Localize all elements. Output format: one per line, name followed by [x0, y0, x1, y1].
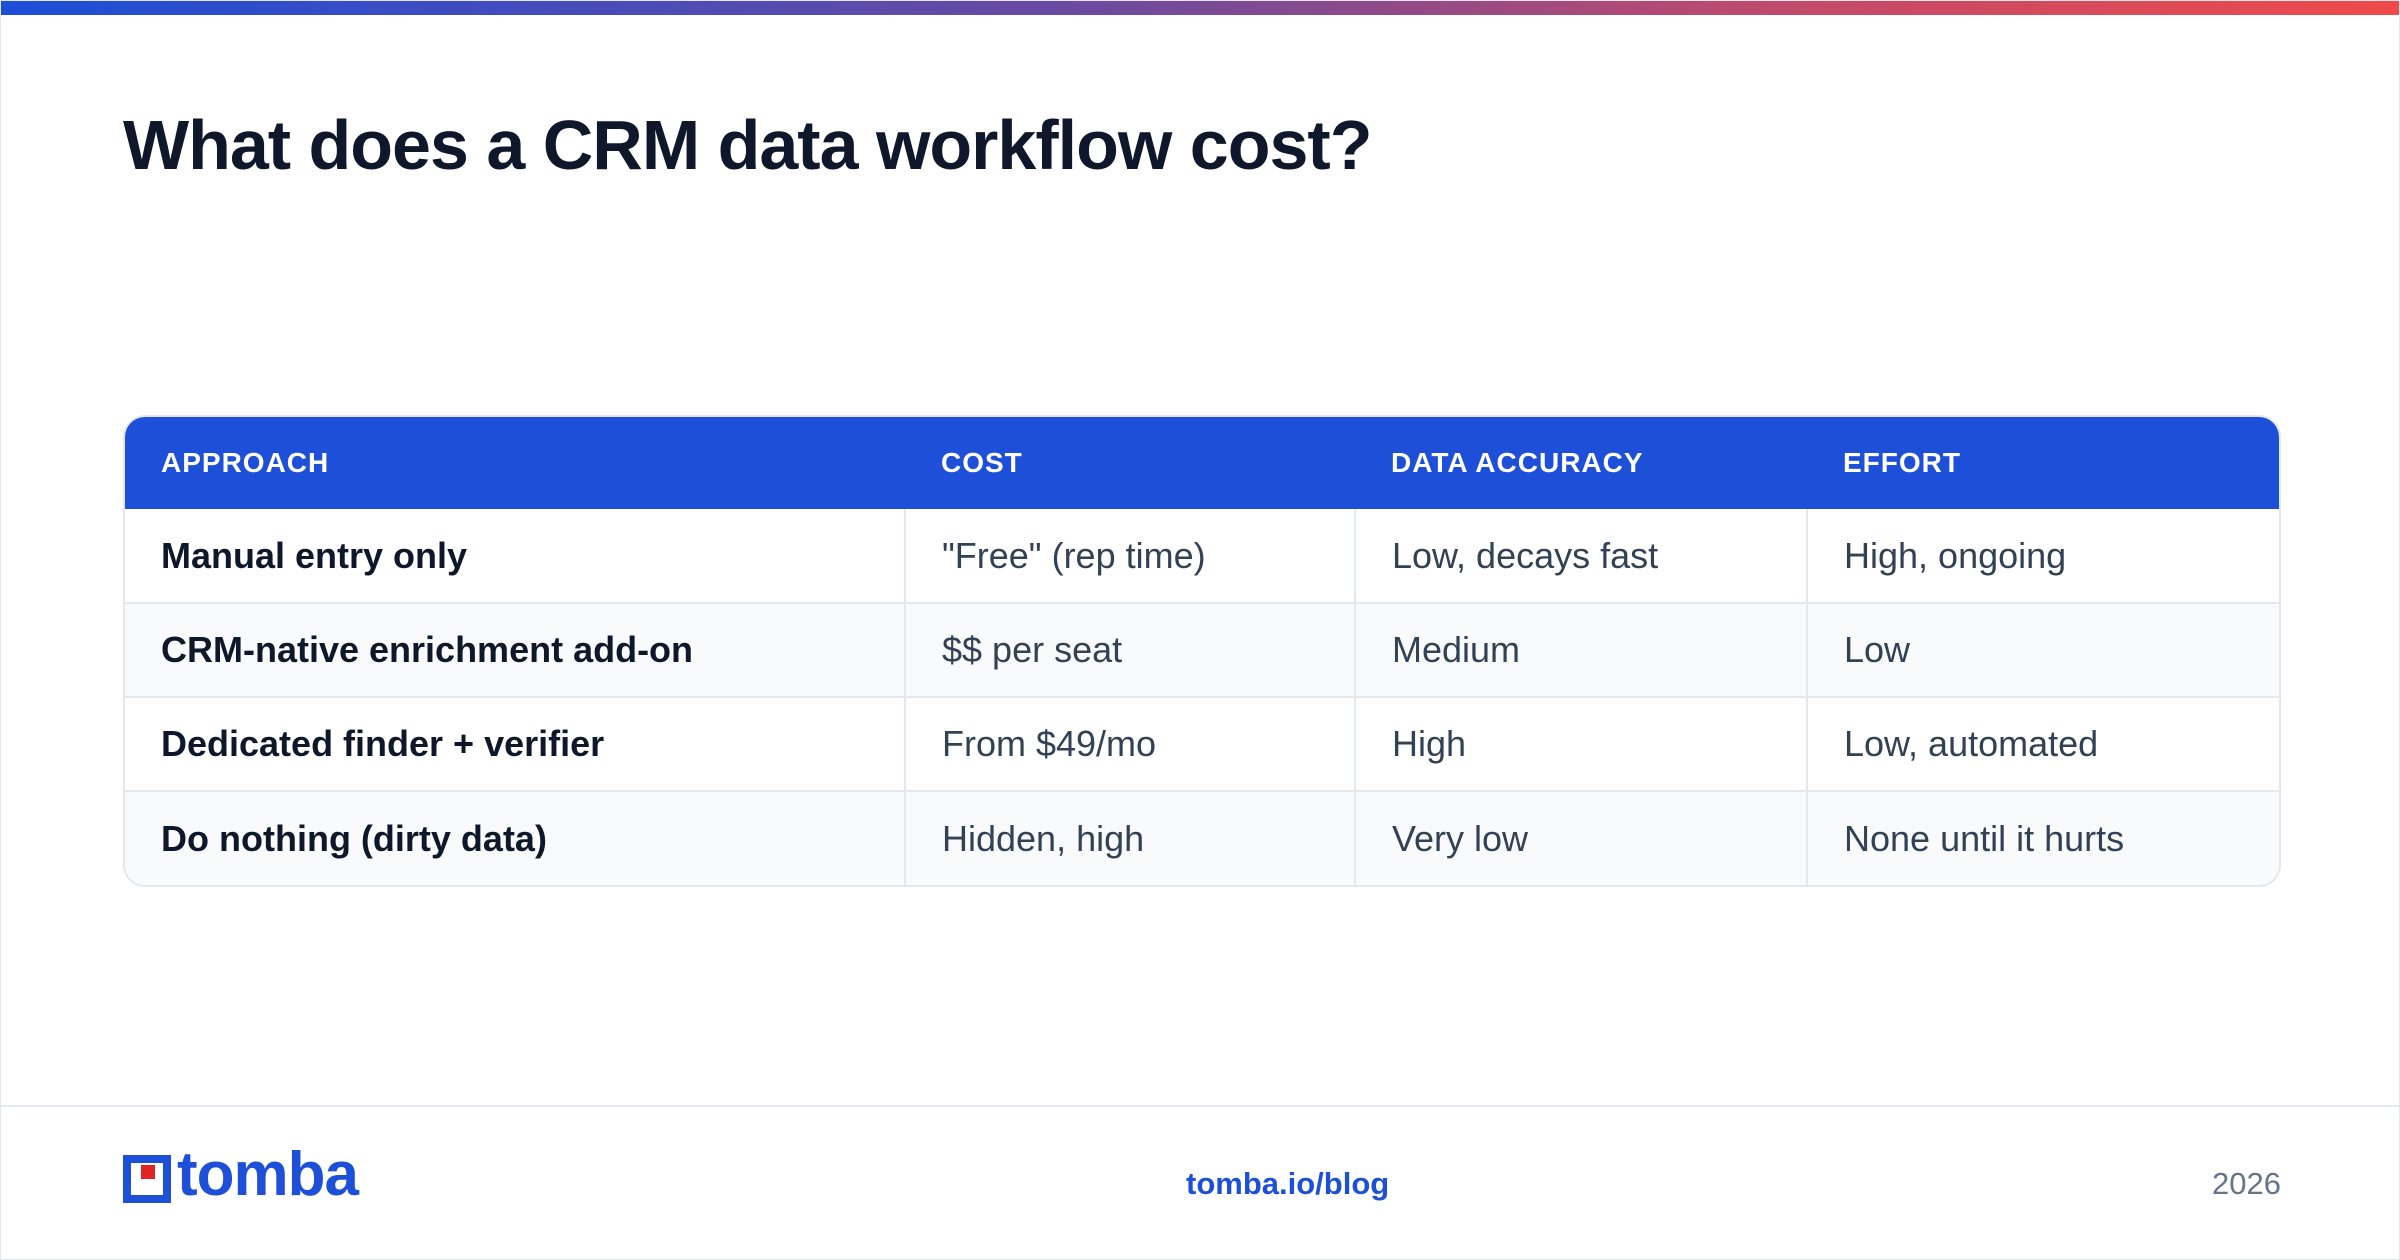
cell-data-accuracy: Low, decays fast — [1354, 509, 1807, 603]
logo-wordmark: tomba — [177, 1140, 359, 1209]
table-row: Dedicated finder + verifier From $49/mo … — [125, 696, 2279, 791]
cell-effort: None until it hurts — [1806, 790, 2279, 885]
cell-effort: Low, automated — [1806, 696, 2279, 791]
tomba-logo-icon — [123, 1155, 171, 1203]
header-effort: EFFORT — [1843, 447, 1961, 478]
table-row: Manual entry only "Free" (rep time) Low,… — [125, 509, 2279, 603]
table-row: CRM-native enrichment add-on $$ per seat… — [125, 602, 2279, 697]
comparison-table-container: APPROACH COST DATA ACCURACY EFFORT Manua… — [123, 415, 2281, 887]
cell-approach: Dedicated finder + verifier — [125, 696, 905, 791]
cell-data-accuracy: Medium — [1354, 602, 1807, 697]
header-approach: APPROACH — [161, 447, 330, 478]
gradient-top-bar — [1, 1, 2399, 15]
table-row: Do nothing (dirty data) Hidden, high Ver… — [125, 790, 2279, 885]
header-cost: COST — [941, 447, 1023, 478]
cell-data-accuracy: High — [1354, 696, 1807, 791]
tomba-logo: tomba — [123, 1144, 359, 1207]
footer-divider — [1, 1105, 2399, 1107]
page-title: What does a CRM data workflow cost? — [123, 106, 1372, 184]
cell-data-accuracy: Very low — [1354, 790, 1807, 885]
cell-cost: From $49/mo — [904, 696, 1355, 791]
comparison-table: APPROACH COST DATA ACCURACY EFFORT Manua… — [125, 417, 2279, 885]
header-data-accuracy: DATA ACCURACY — [1391, 447, 1644, 478]
cell-effort: High, ongoing — [1806, 509, 2279, 603]
blog-link[interactable]: tomba.io/blog — [1186, 1166, 1389, 1202]
cell-approach: CRM-native enrichment add-on — [125, 602, 905, 697]
footer-year: 2026 — [2212, 1166, 2281, 1201]
cell-effort: Low — [1806, 602, 2279, 697]
cell-approach: Manual entry only — [161, 534, 468, 576]
slide: What does a CRM data workflow cost? APPR… — [0, 0, 2400, 1260]
cell-cost: "Free" (rep time) — [904, 509, 1355, 603]
cell-approach: Do nothing (dirty data) — [125, 790, 905, 885]
cell-cost: $$ per seat — [904, 602, 1355, 697]
cell-cost: Hidden, high — [904, 790, 1355, 885]
table-header-row: APPROACH COST DATA ACCURACY EFFORT — [125, 417, 2279, 509]
